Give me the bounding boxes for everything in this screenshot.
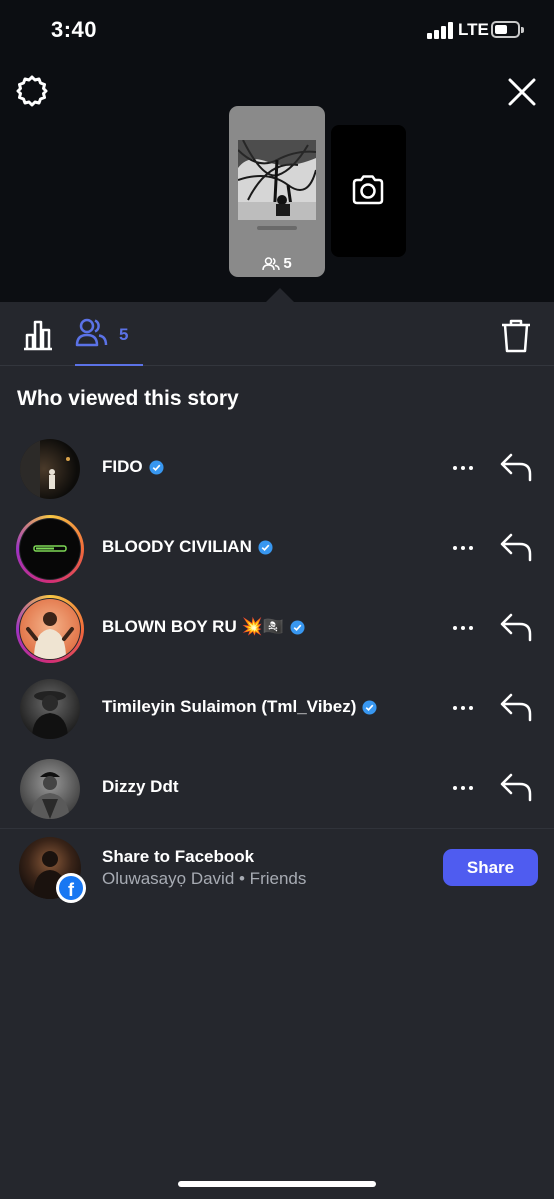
story-tabs: 5 bbox=[0, 302, 554, 366]
verified-icon bbox=[362, 699, 377, 715]
close-button[interactable] bbox=[504, 74, 540, 110]
close-icon bbox=[508, 78, 536, 106]
viewer-name-text: BLOWN BOY RU 💥🏴‍☠️ bbox=[102, 617, 284, 636]
story-view-count-value: 5 bbox=[283, 255, 292, 272]
viewer-name[interactable]: BLOWN BOY RU 💥🏴‍☠️ bbox=[102, 617, 305, 637]
section-title: Who viewed this story bbox=[17, 387, 239, 410]
viewers-count: 5 bbox=[119, 325, 129, 344]
more-button[interactable] bbox=[448, 778, 478, 798]
verified-icon bbox=[149, 459, 164, 475]
home-indicator[interactable] bbox=[178, 1181, 376, 1187]
reply-icon bbox=[500, 773, 532, 802]
reply-icon bbox=[500, 533, 532, 562]
network-label: LTE bbox=[458, 20, 489, 39]
viewer-name-text: Dizzy Ddt bbox=[102, 777, 179, 796]
viewer-name-text: FIDO bbox=[102, 457, 143, 476]
reply-icon bbox=[500, 693, 532, 722]
viewer-row[interactable]: Dizzy Ddt bbox=[0, 748, 554, 828]
reply-icon bbox=[500, 453, 532, 482]
facebook-badge-letter: f bbox=[59, 876, 83, 900]
avatar bbox=[20, 599, 80, 659]
story-thumbnail[interactable]: 5 bbox=[229, 106, 325, 277]
share-to-facebook-title: Share to Facebook bbox=[102, 847, 255, 866]
share-to-facebook-subtitle: Oluwasayọ David • Friends bbox=[102, 869, 307, 888]
reply-button[interactable] bbox=[498, 451, 534, 483]
tab-viewers[interactable]: 5 bbox=[75, 302, 143, 366]
signal-icon bbox=[427, 22, 453, 39]
viewer-row[interactable]: BLOODY CIVILIAN bbox=[0, 508, 554, 588]
story-view-count: 5 bbox=[229, 255, 325, 272]
more-button[interactable] bbox=[448, 458, 478, 478]
story-preview-area: 3:40 LTE 5 bbox=[0, 0, 554, 302]
more-icon bbox=[453, 546, 457, 550]
viewer-name[interactable]: FIDO bbox=[102, 457, 164, 477]
more-button[interactable] bbox=[448, 698, 478, 718]
more-icon bbox=[453, 466, 457, 470]
more-button[interactable] bbox=[448, 618, 478, 638]
viewer-name[interactable]: BLOODY CIVILIAN bbox=[102, 537, 273, 557]
selection-pointer bbox=[266, 288, 294, 302]
avatar[interactable] bbox=[20, 759, 80, 819]
verified-icon bbox=[290, 619, 305, 635]
avatar bbox=[20, 519, 80, 579]
battery-icon bbox=[491, 21, 524, 38]
facebook-icon: f bbox=[56, 873, 86, 903]
story-ring[interactable] bbox=[16, 595, 84, 663]
reply-button[interactable] bbox=[498, 531, 534, 563]
avatar[interactable] bbox=[20, 439, 80, 499]
camera-icon bbox=[352, 175, 384, 205]
verified-icon bbox=[258, 539, 273, 555]
avatar[interactable] bbox=[20, 679, 80, 739]
delete-story-button[interactable] bbox=[499, 318, 533, 354]
bar-chart-icon bbox=[24, 320, 52, 351]
reply-icon bbox=[500, 613, 532, 642]
reply-button[interactable] bbox=[498, 691, 534, 723]
viewer-name[interactable]: Timileyin Sulaimon (Tml_Vibez) bbox=[102, 697, 377, 717]
viewer-row[interactable]: FIDO bbox=[0, 428, 554, 508]
story-image bbox=[238, 140, 316, 220]
people-icon bbox=[75, 318, 108, 347]
reply-button[interactable] bbox=[498, 771, 534, 803]
more-button[interactable] bbox=[448, 538, 478, 558]
settings-button[interactable] bbox=[14, 73, 50, 109]
tab-insights[interactable] bbox=[20, 317, 56, 353]
add-story-button[interactable] bbox=[331, 125, 406, 257]
more-icon bbox=[453, 626, 457, 630]
story-ring[interactable] bbox=[16, 515, 84, 583]
status-time: 3:40 bbox=[51, 17, 98, 42]
share-button[interactable]: Share bbox=[443, 849, 538, 886]
reply-button[interactable] bbox=[498, 611, 534, 643]
viewer-name[interactable]: Dizzy Ddt bbox=[102, 777, 179, 797]
viewer-name-text: Timileyin Sulaimon (Tml_Vibez) bbox=[102, 697, 357, 716]
viewer-name-text: BLOODY CIVILIAN bbox=[102, 537, 252, 556]
more-icon bbox=[453, 786, 457, 790]
trash-icon bbox=[502, 319, 530, 353]
share-to-facebook-row: f Share to Facebook Oluwasayọ David • Fr… bbox=[0, 828, 554, 906]
more-icon bbox=[453, 706, 457, 710]
people-icon bbox=[262, 256, 281, 270]
viewer-row[interactable]: BLOWN BOY RU 💥🏴‍☠️ bbox=[0, 588, 554, 668]
status-bar: 3:40 LTE bbox=[0, 0, 554, 60]
story-caption bbox=[257, 226, 297, 230]
viewer-row[interactable]: Timileyin Sulaimon (Tml_Vibez) bbox=[0, 668, 554, 748]
settings-icon bbox=[16, 75, 48, 107]
